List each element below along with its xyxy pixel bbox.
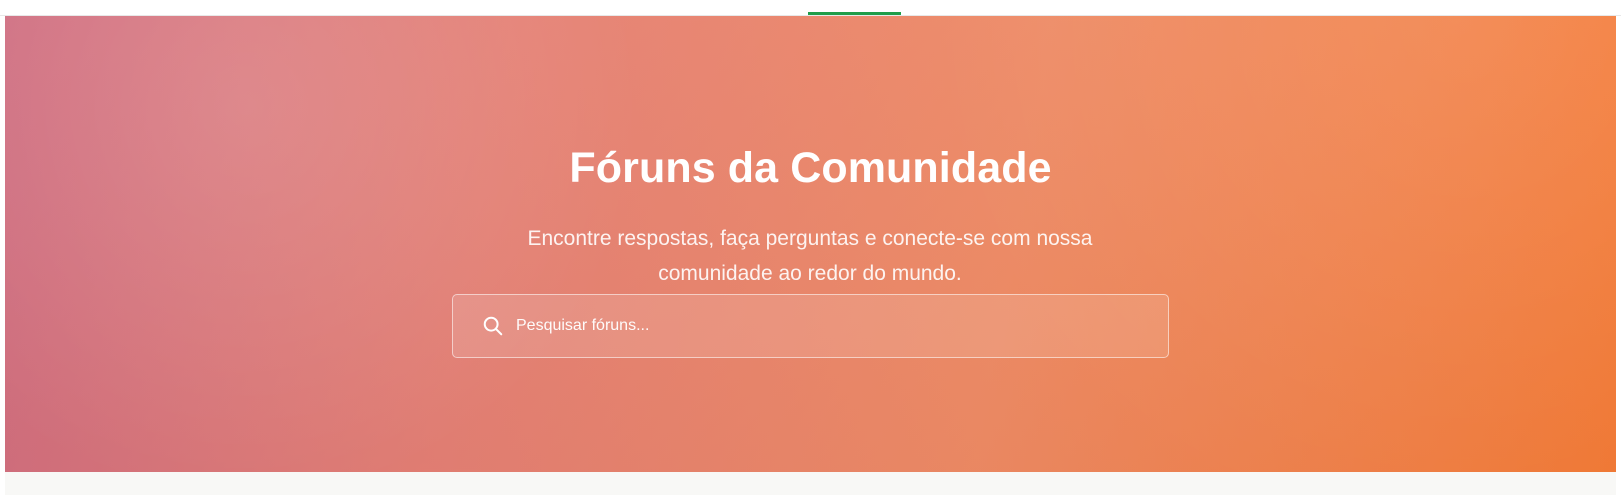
top-navigation-strip [0,0,1621,16]
hero-description: Encontre respostas, faça perguntas e con… [527,227,1093,285]
forum-search-input[interactable] [516,311,1076,341]
page-title: Fóruns da Comunidade [569,143,1052,192]
hero-content: Fóruns da Comunidade Encontre respostas,… [5,16,1616,472]
community-forums-hero: Fóruns da Comunidade Encontre respostas,… [5,16,1616,472]
content-background-strip [5,472,1616,495]
active-tab-indicator [808,12,901,15]
forum-search-box[interactable] [452,294,1169,358]
search-icon [483,316,503,336]
page: Fóruns da Comunidade Encontre respostas,… [0,0,1621,495]
